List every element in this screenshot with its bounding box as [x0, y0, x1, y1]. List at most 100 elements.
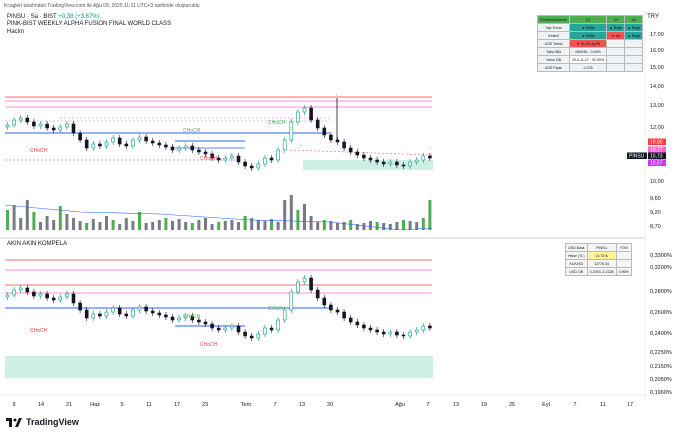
volume-bar [65, 214, 69, 230]
pane2-candle-body [428, 325, 432, 329]
pane2-candle-body [170, 316, 175, 321]
volume-bar [375, 222, 379, 230]
choch-label: CHoCH [183, 128, 201, 134]
pane2-candle-body [84, 309, 89, 319]
table-cell: 0.2053–0.2228 [586, 267, 617, 276]
marker-label: i [336, 92, 337, 97]
time-axis-label: 7 [273, 402, 276, 408]
pane2-candle-body [144, 306, 148, 312]
pane2-candle-body [164, 314, 168, 318]
pane2-candle-body [249, 335, 254, 339]
time-axis-label: Haz [90, 402, 100, 408]
volume-bar [184, 222, 188, 230]
candle-body [51, 127, 56, 131]
pane2-candle-body [395, 331, 399, 336]
candle-body [309, 107, 313, 121]
pane2-candle-body [223, 327, 228, 331]
candle-body [421, 155, 426, 161]
candle-body [111, 137, 115, 143]
volume-bar [6, 210, 9, 230]
candle-body [289, 121, 294, 141]
candle-body [177, 147, 181, 151]
pane2-choch-label: CHoCH [268, 306, 286, 312]
pane2-candle-body [91, 313, 96, 319]
pane2-candle-body [65, 293, 69, 298]
candle-body [276, 149, 280, 161]
table-cell: 0.96% [615, 267, 632, 276]
volume-bar [85, 223, 89, 230]
info-table-1: Zirveler/Akademi 1G 1H 1A Yap Trend ▲ Boğa ▲ B… [537, 15, 644, 72]
pane2-candle-body [216, 327, 221, 331]
price-axis-label: 9,20 [650, 210, 661, 216]
pane2-candle-body [131, 309, 135, 317]
table-row: Kesinli ▲ Boğa ▼ Ayı ▲ Boğa [537, 31, 644, 40]
pane2-candle-body [38, 293, 43, 297]
pane2-demand-zone [5, 356, 433, 378]
table-row: USD Trend ▼ SLOK AyÖlf [537, 39, 644, 48]
chart-screenshot: Kcagleri tarafından TradingView.com ile … [0, 0, 680, 434]
pane2-candle-body [269, 327, 274, 331]
time-axis-label: 5 [120, 402, 123, 408]
pane2-candle-body [12, 289, 16, 296]
table-cell: 13776.34 [586, 259, 617, 268]
pane2-candle-body [243, 331, 247, 337]
volume-bar [78, 221, 82, 230]
volume-bar [131, 221, 135, 230]
pane2-axis-label: 0,2800% [650, 289, 672, 295]
price-axis-label: 15,00 [650, 65, 664, 71]
table-cell: KU/USD [565, 259, 588, 268]
candle-body [84, 139, 89, 149]
tradingview-logo[interactable]: TradingView [6, 417, 79, 427]
pane2-candle-body [51, 297, 56, 301]
table-cell [615, 251, 632, 260]
volume-bar [408, 221, 412, 230]
time-axis-label: 11 [146, 402, 152, 408]
candle-body [302, 107, 307, 113]
volume-bar [223, 221, 227, 230]
time-axis-label: 9 [12, 402, 15, 408]
pane2-axis-label: 0,1960% [650, 390, 672, 396]
table-cell: YÖN [615, 243, 632, 252]
price-axis-label: 14,00 [650, 84, 664, 90]
candle-body [65, 123, 69, 128]
volume-bar [309, 216, 313, 230]
volume-bar [25, 200, 29, 230]
volume-bar [144, 223, 148, 230]
pane2-candle-body [32, 291, 36, 297]
candle-body [131, 139, 135, 147]
pane2-candle-body [375, 329, 379, 333]
pane2-candle-body [177, 317, 181, 321]
price-axis-label: 8,70 [650, 224, 661, 230]
pane2-candle-body [315, 289, 320, 299]
candle-body [150, 140, 155, 144]
price-axis-label: 12,00 [650, 125, 664, 131]
time-axis-label: 21 [66, 402, 72, 408]
pane2-candle-body [355, 321, 360, 326]
time-axis-label: 20 [327, 402, 333, 408]
price-tag-value: 10,57 [650, 161, 663, 167]
pane2-candle-body [58, 296, 63, 301]
candle-body [32, 121, 36, 127]
candle-body [25, 117, 30, 123]
pane2-axis-label: 0,3300% [650, 253, 672, 259]
volume-bar [217, 222, 221, 230]
candle-body [395, 161, 399, 166]
table-cell: 069936 - 0.44% [568, 47, 608, 56]
candle-body [243, 161, 247, 167]
candle-body [388, 161, 393, 165]
table-cell: 1H [606, 15, 626, 24]
pane2-axis-label: 0,2400% [650, 331, 672, 337]
candle-body [203, 151, 208, 155]
pane2-candle-body [335, 309, 340, 313]
pane2-choch-label: CHoCH [183, 314, 201, 320]
table-cell: USD Fiyatı [537, 63, 570, 72]
time-axis-label: 13 [299, 402, 305, 408]
volume-bar [12, 205, 16, 230]
pane2-candle-body [296, 281, 300, 293]
volume-bar [58, 206, 62, 230]
time-axis-label: 7 [426, 402, 429, 408]
volume-bar [283, 200, 287, 230]
choch-label: CHoCH [200, 156, 218, 162]
time-axis-label: 17 [627, 402, 633, 408]
volume-bar [402, 220, 405, 230]
